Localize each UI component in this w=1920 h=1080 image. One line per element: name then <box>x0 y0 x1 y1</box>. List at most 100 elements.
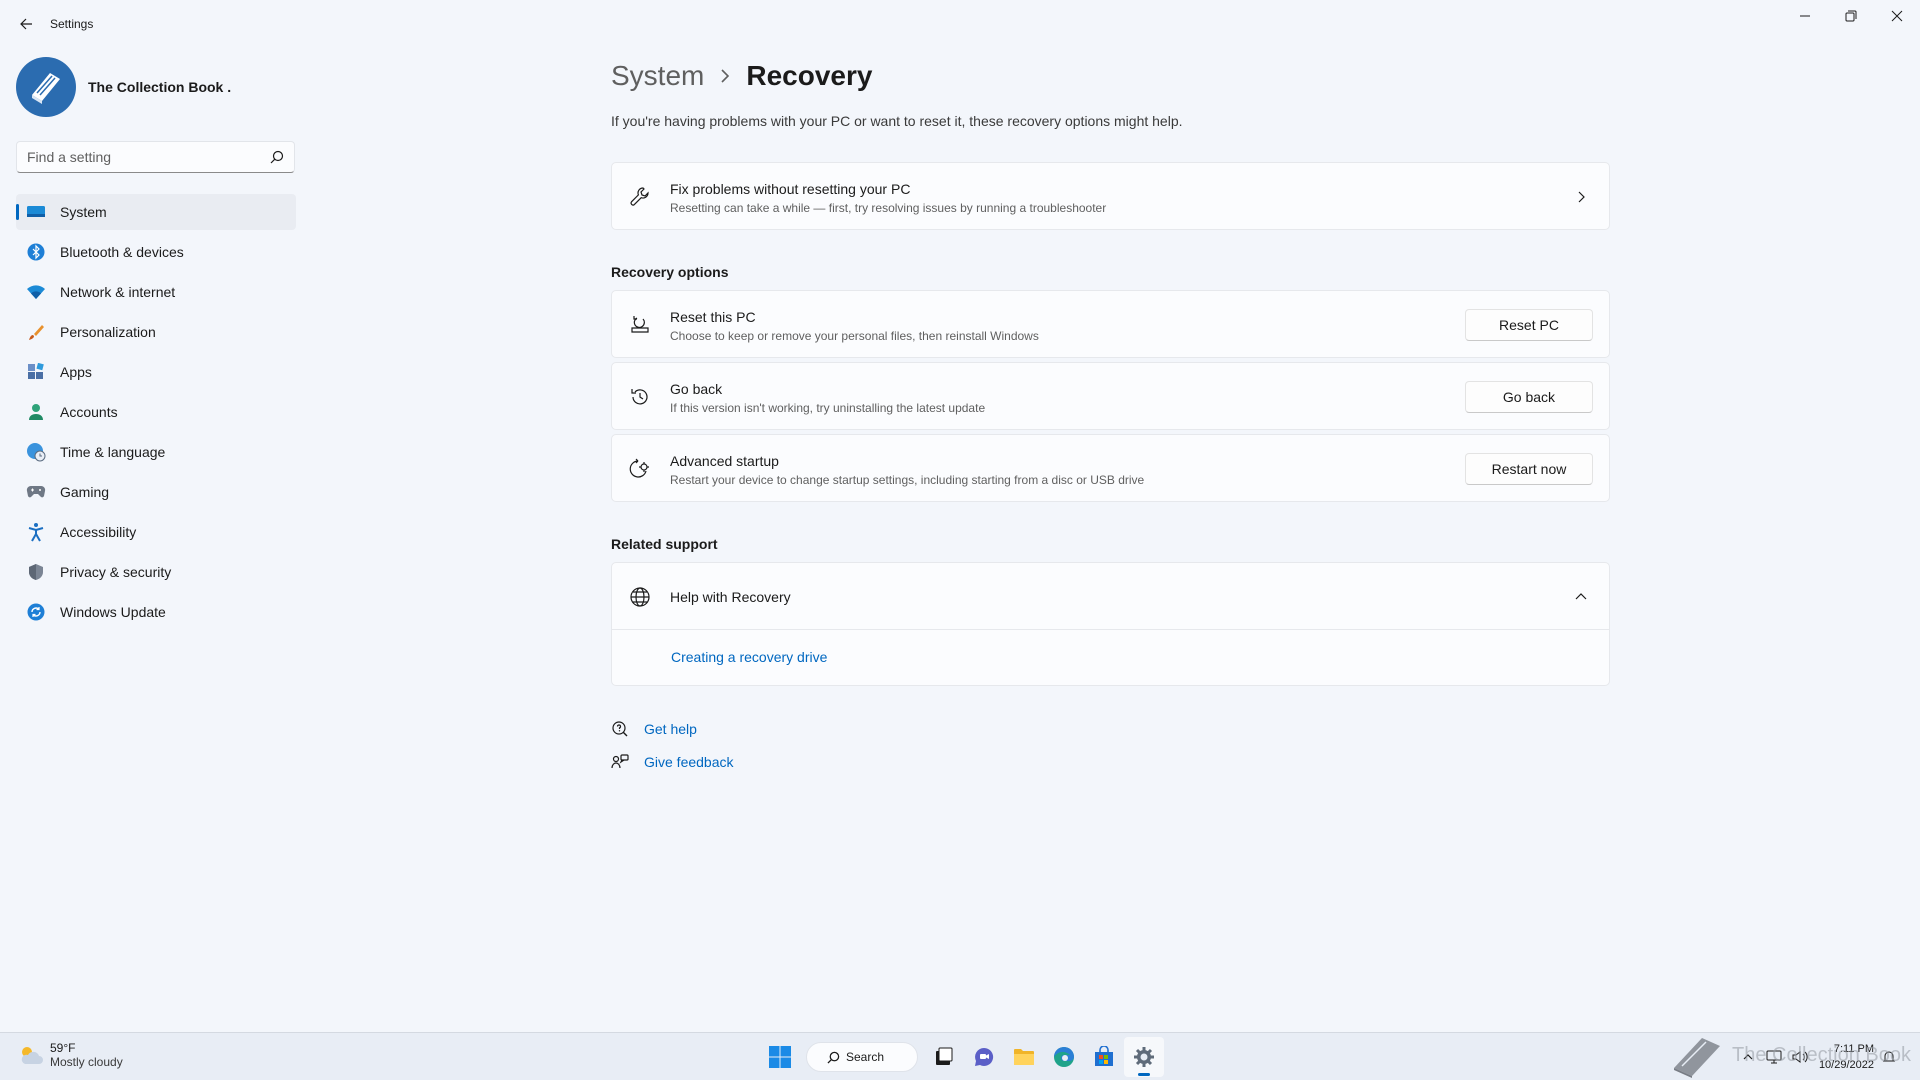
start-button[interactable] <box>760 1037 800 1077</box>
go-back-button[interactable]: Go back <box>1465 381 1593 413</box>
taskbar-search-label: Search <box>846 1050 885 1064</box>
wifi-icon <box>26 282 46 302</box>
sidebar-item-label: Bluetooth & devices <box>60 244 184 260</box>
feedback-icon <box>611 753 629 771</box>
back-button[interactable] <box>14 12 38 36</box>
sidebar-item-label: Gaming <box>60 484 110 500</box>
person-icon <box>26 402 46 422</box>
history-icon <box>628 385 652 409</box>
sidebar-item-gaming[interactable]: Gaming <box>16 474 296 510</box>
sidebar-item-label: Windows Update <box>60 604 166 620</box>
edge-icon <box>1054 1047 1074 1067</box>
restore-button[interactable] <box>1828 0 1874 32</box>
page-subtitle: If you're having problems with your PC o… <box>611 113 1183 129</box>
search-input[interactable] <box>27 142 257 172</box>
advanced-startup-desc: Restart your device to change startup se… <box>670 473 1145 487</box>
cloud-icon <box>21 1047 43 1064</box>
search-icon <box>827 1051 840 1064</box>
chevron-right-icon <box>1578 191 1585 203</box>
sidebar-item-label: Accounts <box>60 404 118 420</box>
sidebar-item-time-language[interactable]: Time & language <box>16 434 296 470</box>
reset-pc-desc: Choose to keep or remove your personal f… <box>670 329 1039 343</box>
user-profile[interactable]: The Collection Book . <box>16 56 231 118</box>
chevron-up-icon[interactable] <box>1575 591 1587 603</box>
get-help-row: Get help <box>611 718 697 740</box>
advanced-startup-icon <box>628 457 652 481</box>
microsoft-store-button[interactable] <box>1084 1037 1124 1077</box>
reset-pc-button[interactable]: Reset PC <box>1465 309 1593 341</box>
go-back-card: Go back If this version isn't working, t… <box>611 362 1610 430</box>
reset-pc-card: Reset this PC Choose to keep or remove y… <box>611 290 1610 358</box>
windows-start-icon <box>769 1046 791 1068</box>
page-title: Recovery <box>746 60 873 91</box>
sidebar-item-label: Personalization <box>60 324 156 340</box>
help-with-recovery-expander[interactable]: Help with Recovery <box>611 562 1610 630</box>
close-icon <box>1891 10 1903 22</box>
task-view-icon <box>936 1047 953 1065</box>
go-back-title: Go back <box>670 381 723 397</box>
sidebar-item-windows-update[interactable]: Windows Update <box>16 594 296 630</box>
taskbar-search[interactable]: Search <box>806 1042 918 1072</box>
help-with-recovery-title: Help with Recovery <box>670 589 791 605</box>
advanced-startup-card: Advanced startup Restart your device to … <box>611 434 1610 502</box>
settings-app-button[interactable] <box>1124 1037 1164 1077</box>
update-icon <box>26 602 46 622</box>
give-feedback-link[interactable]: Give feedback <box>644 754 734 770</box>
sidebar-item-bluetooth[interactable]: Bluetooth & devices <box>16 234 296 270</box>
creating-recovery-drive-link[interactable]: Creating a recovery drive <box>671 649 827 665</box>
file-explorer-button[interactable] <box>1004 1037 1044 1077</box>
breadcrumb-parent[interactable]: System <box>611 60 704 92</box>
apps-icon <box>26 362 46 382</box>
reset-pc-title: Reset this PC <box>670 309 756 325</box>
sidebar-item-label: Accessibility <box>60 524 137 540</box>
teams-chat-button[interactable] <box>964 1037 1004 1077</box>
shield-icon <box>26 562 46 582</box>
restart-now-button[interactable]: Restart now <box>1465 453 1593 485</box>
brush-icon <box>26 322 46 342</box>
give-feedback-row: Give feedback <box>611 751 734 773</box>
fix-problems-desc: Resetting can take a while — first, try … <box>670 201 1107 215</box>
get-help-link[interactable]: Get help <box>644 721 697 737</box>
sidebar-item-label: Time & language <box>60 444 166 460</box>
help-expander-content: Creating a recovery drive <box>611 630 1610 686</box>
avatar <box>16 57 76 117</box>
fix-problems-card[interactable]: Fix problems without resetting your PC R… <box>611 162 1610 230</box>
sidebar-item-accessibility[interactable]: Accessibility <box>16 514 296 550</box>
profile-name: The Collection Book . <box>88 79 232 95</box>
related-support-heading: Related support <box>611 536 718 552</box>
sidebar-item-label: Network & internet <box>60 284 176 300</box>
minimize-button[interactable] <box>1782 0 1828 32</box>
task-view-button[interactable] <box>924 1037 964 1077</box>
chevron-right-icon <box>720 69 730 83</box>
sidebar-item-label: Privacy & security <box>60 564 172 580</box>
get-help-icon <box>611 720 629 738</box>
sidebar-item-apps[interactable]: Apps <box>16 354 296 390</box>
chat-icon <box>975 1047 994 1066</box>
sidebar-item-accounts[interactable]: Accounts <box>16 394 296 430</box>
settings-search[interactable] <box>16 141 295 173</box>
title-bar: Settings <box>0 0 1920 48</box>
gamepad-icon <box>26 482 46 502</box>
recovery-options-heading: Recovery options <box>611 264 729 280</box>
restore-icon <box>1845 10 1857 22</box>
sidebar-item-label: System <box>60 204 107 220</box>
sidebar-nav: System Bluetooth & devices Network & int… <box>16 194 296 634</box>
fix-problems-title: Fix problems without resetting your PC <box>670 181 911 197</box>
taskbar: 59°F Mostly cloudy Search 7:11 PM 10/29/… <box>0 1032 1920 1080</box>
close-button[interactable] <box>1874 0 1920 32</box>
sidebar-item-system[interactable]: System <box>16 194 296 230</box>
edge-browser-button[interactable] <box>1044 1037 1084 1077</box>
advanced-startup-title: Advanced startup <box>670 453 779 469</box>
minimize-icon <box>1800 15 1810 17</box>
back-arrow-icon <box>20 18 32 30</box>
sidebar-item-personalization[interactable]: Personalization <box>16 314 296 350</box>
watermark-book-icon <box>1674 1038 1720 1078</box>
weather-widget[interactable]: 59°F Mostly cloudy <box>18 1041 123 1069</box>
sidebar-item-label: Apps <box>60 364 92 380</box>
sidebar-item-privacy-security[interactable]: Privacy & security <box>16 554 296 590</box>
store-icon <box>1095 1046 1113 1066</box>
sidebar-item-network[interactable]: Network & internet <box>16 274 296 310</box>
go-back-desc: If this version isn't working, try unins… <box>670 401 986 415</box>
search-icon[interactable] <box>270 150 284 164</box>
globe-icon <box>628 585 652 609</box>
